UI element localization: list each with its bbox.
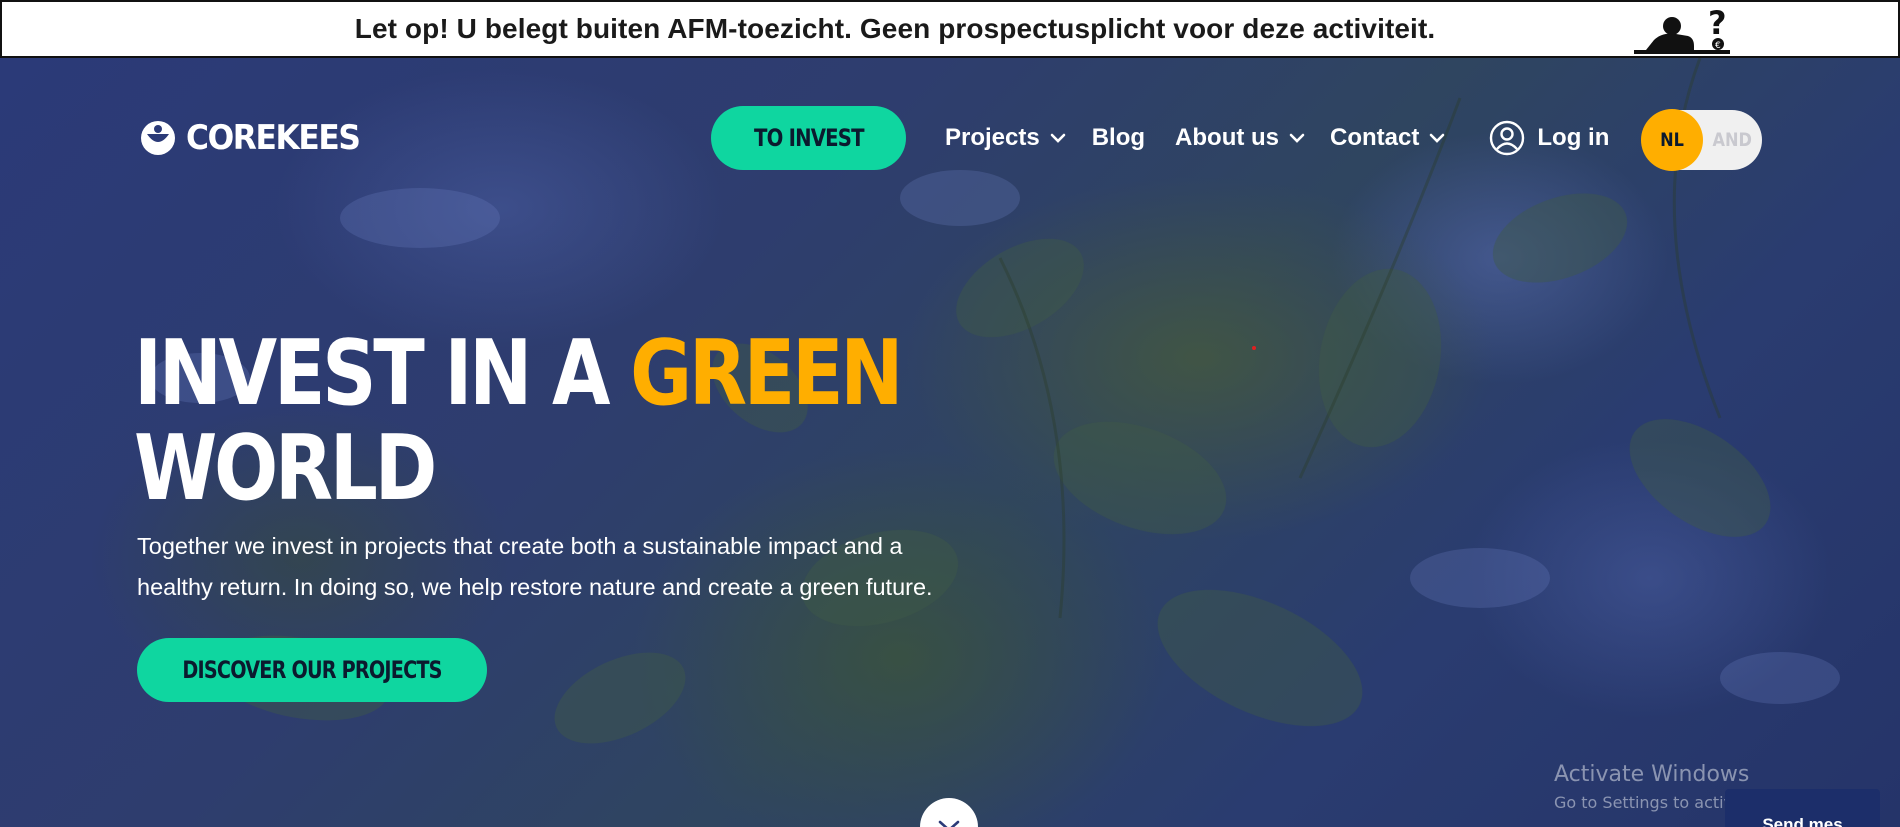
corekees-logo[interactable]: COREKEES [136,118,375,158]
discover-projects-button[interactable]: DISCOVER OUR PROJECTS [137,638,487,702]
login-link[interactable]: Log in [1489,120,1609,156]
lang-nl-label: NL [1660,129,1684,151]
user-icon [1490,120,1525,156]
chevron-down-icon [1289,133,1305,143]
hero-subtext: Together we invest in projects that crea… [137,533,933,600]
nav-item-label: About us [1175,124,1280,151]
afm-warning-icon: ? € [1634,4,1730,54]
headline-part1: INVEST IN A [134,321,631,426]
nav-item-contact[interactable]: Contact [1330,124,1445,152]
svg-text:€: € [1715,41,1721,51]
chevron-down-icon [1050,133,1066,143]
nav-item-label: Contact [1330,124,1420,151]
chevron-down-icon [1430,133,1445,143]
to-invest-button[interactable]: TO INVEST [711,106,906,170]
svg-text:?: ? [1708,4,1727,42]
hero-section: COREKEES TO INVEST Projects Blog About u… [0,58,1900,827]
lang-option-en[interactable]: AND [1703,129,1762,151]
lang-en-label: AND [1712,129,1753,151]
send-message-chat-button[interactable]: Send mes [1725,789,1880,827]
red-dot [1252,346,1256,350]
hero-headline: INVEST IN A GREEN WORLD [134,326,904,516]
main-navigation: TO INVEST Projects Blog About us Contact… [711,106,1609,170]
nav-item-about-us[interactable]: About us [1175,124,1305,152]
afm-warning-banner: Let op! U belegt buiten AFM-toezicht. Ge… [0,0,1900,58]
lang-option-nl[interactable]: NL [1641,109,1703,171]
smile-logo-icon [141,121,175,155]
headline-accent: GREEN [630,321,903,426]
headline-part2: WORLD [134,416,437,521]
login-label: Log in [1537,124,1610,151]
language-toggle[interactable]: NL AND [1641,109,1762,171]
afm-warning-text: Let op! U belegt buiten AFM-toezicht. Ge… [354,13,1436,44]
nav-item-label: Projects [945,124,1040,151]
nav-item-blog[interactable]: Blog [1092,124,1145,152]
send-message-label: Send mes [1762,815,1843,827]
to-invest-label: TO INVEST [753,124,865,152]
discover-projects-label: DISCOVER OUR PROJECTS [182,656,442,684]
chevron-down-icon [938,820,960,827]
nav-item-projects[interactable]: Projects [945,124,1066,152]
nav-item-label: Blog [1091,124,1146,151]
activate-windows-title: Activate Windows [1554,762,1750,787]
logo-text: COREKEES [186,118,361,158]
